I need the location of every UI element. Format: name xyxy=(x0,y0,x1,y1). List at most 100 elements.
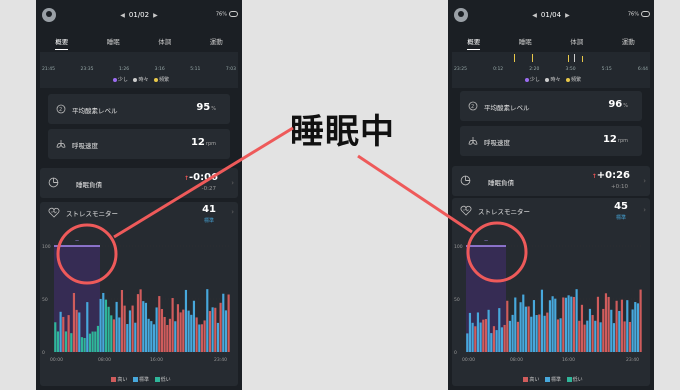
stress-bar xyxy=(134,322,137,352)
stress-bar xyxy=(578,320,581,352)
tab-overview[interactable]: 概要 xyxy=(55,36,69,50)
chevron-right-icon[interactable]: › xyxy=(643,206,646,214)
stress-bar xyxy=(532,300,536,352)
stress-bar xyxy=(522,294,525,352)
respiration-card[interactable]: 呼吸速度 12rpm xyxy=(48,129,230,159)
watch-icon xyxy=(641,11,650,17)
stress-bar xyxy=(503,324,506,352)
stress-bar xyxy=(195,317,198,352)
spo2-unit: % xyxy=(623,103,628,109)
chevron-right-icon[interactable]: › xyxy=(231,208,234,216)
avatar[interactable] xyxy=(42,8,56,22)
stress-bar xyxy=(182,309,185,352)
stress-bar xyxy=(75,309,78,352)
spo2-number: 95 xyxy=(196,102,211,113)
prev-day-arrow-icon[interactable]: ◀ xyxy=(120,12,125,19)
next-day-arrow-icon[interactable]: ▶ xyxy=(565,12,570,19)
stress-bar xyxy=(219,302,222,352)
stress-bar xyxy=(94,331,97,352)
tab-sleep[interactable]: 睡眠 xyxy=(107,36,120,50)
tab-bar: 概要 睡眠 体調 運動 xyxy=(36,36,242,50)
stress-bar xyxy=(567,295,570,352)
spo2-card[interactable]: 2 平均酸素レベル 96% xyxy=(460,91,642,121)
stress-bar xyxy=(115,301,118,352)
timeline-legend: 少し 時々 頻繁 xyxy=(40,76,238,83)
timeline-time: 3:16 xyxy=(154,67,165,72)
stress-bar xyxy=(147,318,150,352)
stress-bar xyxy=(594,320,597,352)
timeline-time: 5:11 xyxy=(190,67,201,72)
stress-bar xyxy=(67,315,70,352)
stress-bar xyxy=(626,300,629,352)
snore-mark xyxy=(514,54,515,62)
stress-bar xyxy=(152,324,156,352)
respiration-unit: rpm xyxy=(205,141,216,147)
stress-bar xyxy=(72,292,76,352)
timeline-time: 0:12 xyxy=(493,67,504,72)
stress-bar xyxy=(163,316,166,352)
tab-condition[interactable]: 体調 xyxy=(570,36,583,50)
timeline-time: 3:50 xyxy=(565,67,576,72)
stress-bar xyxy=(64,331,68,352)
oxygen-icon: 2 xyxy=(468,101,478,111)
battery-indicator: 76% xyxy=(628,11,650,18)
respiration-value: 12rpm xyxy=(603,134,628,145)
x-tick-label: 23:40 xyxy=(626,357,639,363)
legend-square-icon xyxy=(566,377,572,382)
tab-condition[interactable]: 体調 xyxy=(158,36,171,50)
heart-wave-icon xyxy=(460,205,472,216)
stress-bar xyxy=(602,308,605,352)
watch-icon xyxy=(229,11,238,17)
stress-bar xyxy=(160,309,164,352)
respiration-label: 呼吸速度 xyxy=(484,139,510,147)
sleep-debt-card[interactable]: 睡眠負債 ↑+0:26 +0:10 › xyxy=(452,166,650,196)
timeline-time: 7:03 xyxy=(225,67,236,72)
moon-icon: ◔ xyxy=(483,240,489,242)
snore-marks xyxy=(514,54,583,62)
stress-bar xyxy=(131,305,134,352)
next-day-arrow-icon[interactable]: ▶ xyxy=(153,12,158,19)
y-tick-label: 100 xyxy=(42,244,51,250)
stress-bar xyxy=(535,315,538,352)
pie-clock-icon xyxy=(460,175,471,186)
legend-label: 標準 xyxy=(550,377,561,383)
tab-exercise[interactable]: 運動 xyxy=(622,36,635,50)
stress-bar xyxy=(580,304,584,352)
x-tick-label: 16:00 xyxy=(562,357,575,363)
tab-sleep[interactable]: 睡眠 xyxy=(519,36,532,50)
legend-label: 高い xyxy=(529,377,540,383)
spo2-card[interactable]: 2 平均酸素レベル 95% xyxy=(48,94,230,124)
prev-day-arrow-icon[interactable]: ◀ xyxy=(532,12,537,19)
chevron-right-icon[interactable]: › xyxy=(231,179,234,187)
stress-bar xyxy=(612,323,616,352)
legend-label: 頻繁 xyxy=(571,77,582,83)
stress-bar xyxy=(166,324,169,352)
y-tick-label: 0 xyxy=(454,350,457,356)
sleep-debt-label: 睡眠負債 xyxy=(488,179,514,187)
stress-bar xyxy=(142,301,145,352)
stress-label: ストレスモニター xyxy=(478,208,530,216)
tab-overview[interactable]: 概要 xyxy=(467,36,481,50)
moon-icon: ◔ xyxy=(74,240,80,242)
chevron-right-icon[interactable]: › xyxy=(643,177,646,185)
stress-bar xyxy=(80,337,84,352)
sleep-debt-sub: -0:27 xyxy=(201,186,216,192)
stress-bar xyxy=(543,315,546,352)
stress-bar xyxy=(476,312,480,352)
sleep-debt-number: +0:26 xyxy=(596,170,630,181)
top-bar: ◀ 01/04 ▶ 76% xyxy=(448,0,654,30)
avatar[interactable] xyxy=(454,8,468,22)
spo2-label: 平均酸素レベル xyxy=(72,107,118,115)
stress-bar xyxy=(168,318,172,352)
sleep-debt-card[interactable]: 睡眠負債 ↑-0:06 -0:27 › xyxy=(40,168,238,198)
stress-bar xyxy=(206,289,209,352)
tab-exercise[interactable]: 運動 xyxy=(210,36,223,50)
stress-bar xyxy=(562,297,565,352)
sleep-timeline: 23:25 0:12 2:20 3:50 5:15 6:44 少し 時々 頻繁 xyxy=(452,52,650,88)
stress-bar xyxy=(70,333,73,352)
y-tick-label: 0 xyxy=(42,350,45,356)
stress-bar xyxy=(179,312,182,352)
timeline-time: 21:45 xyxy=(42,67,55,72)
respiration-card[interactable]: 呼吸速度 12rpm xyxy=(460,126,642,156)
stress-bar xyxy=(107,306,110,352)
